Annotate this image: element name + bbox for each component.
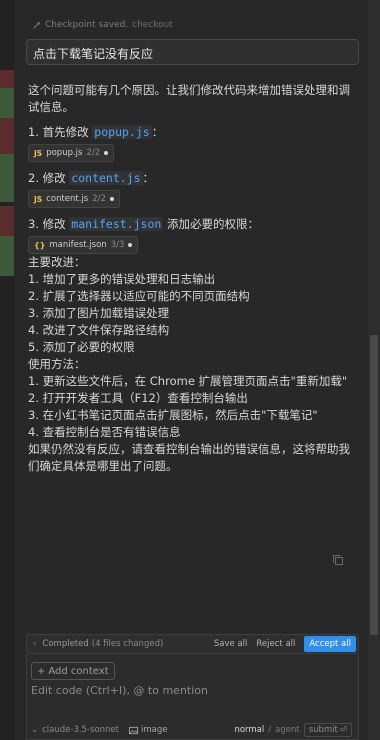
step-text: 1. 首先修改 bbox=[28, 125, 93, 139]
response-intro: 这个问题可能有几个原因。让我们修改代码来增加错误处理和调试信息。 bbox=[28, 83, 350, 114]
copy-icon[interactable] bbox=[332, 554, 344, 566]
scrollbar-thumb[interactable] bbox=[370, 335, 378, 635]
list-item: 2. 打开开发者工具（F12）查看控制台输出 bbox=[28, 391, 248, 405]
list-item: 4. 改进了文件保存路径结构 bbox=[28, 323, 170, 337]
checkpoint-indicator: Checkpoint saved. checkout bbox=[32, 20, 173, 30]
mode-separator: / bbox=[268, 725, 272, 735]
code-inline: popup.js bbox=[92, 125, 152, 139]
diff-added-marker bbox=[0, 236, 14, 276]
code-inline: content.js bbox=[69, 171, 143, 185]
step-content: 2. 修改 content.js： JS content.js 2/2 bbox=[28, 170, 358, 208]
user-query[interactable]: 点击下载笔记没有反应 bbox=[26, 39, 359, 65]
json-file-icon: {} bbox=[34, 240, 46, 250]
reject-all-button[interactable]: Reject all bbox=[256, 639, 295, 649]
list-item: 1. 增加了更多的错误处理和日志输出 bbox=[28, 272, 216, 286]
list-item: 1. 更新这些文件后，在 Chrome 扩展管理页面点击"重新加载" bbox=[28, 374, 348, 388]
composer-footer: ⌄ claude-3.5-sonnet image normal / agent… bbox=[31, 723, 352, 737]
submit-label: submit bbox=[308, 725, 338, 735]
composer-input[interactable]: Edit code (Ctrl+I), @ to mention bbox=[31, 684, 208, 697]
file-name: popup.js bbox=[46, 147, 83, 158]
file-name: manifest.json bbox=[49, 239, 107, 250]
save-all-button[interactable]: Save all bbox=[214, 639, 248, 649]
step-suffix: ： bbox=[142, 171, 155, 185]
checkpoint-text: Checkpoint saved. bbox=[45, 20, 129, 30]
mode-toggle[interactable]: normal / agent submit ⏎ bbox=[234, 723, 352, 737]
chevron-down-icon: ⌄ bbox=[31, 725, 39, 735]
enter-icon: ⏎ bbox=[339, 725, 347, 735]
code-inline: manifest.json bbox=[69, 217, 164, 231]
change-count: 3/3 bbox=[110, 239, 125, 250]
add-context-label: Add context bbox=[48, 665, 109, 677]
editor-gutter-strip bbox=[0, 0, 14, 740]
js-file-icon: JS bbox=[34, 194, 43, 204]
mode-normal[interactable]: normal bbox=[234, 725, 264, 735]
checkout-link[interactable]: checkout bbox=[132, 20, 173, 30]
js-file-icon: JS bbox=[34, 148, 43, 158]
file-chip-manifest[interactable]: {} manifest.json 3/3 bbox=[28, 236, 139, 254]
step-text: 3. 修改 bbox=[28, 217, 70, 231]
change-count: 2/2 bbox=[92, 193, 106, 204]
chat-panel: Checkpoint saved. checkout 点击下载笔记没有反应 这个… bbox=[14, 0, 368, 740]
list-item: 5. 添加了必要的权限 bbox=[28, 340, 135, 354]
step-manifest: 3. 修改 manifest.json 添加必要的权限： {} manifest… bbox=[28, 216, 358, 254]
files-changed-count: (4 files changed) bbox=[91, 639, 164, 649]
step-suffix: ： bbox=[151, 125, 164, 139]
step-popup: 1. 首先修改 popup.js： JS popup.js 2/2 bbox=[28, 124, 358, 162]
scrollbar[interactable] bbox=[368, 0, 380, 740]
diff-removed-marker bbox=[0, 70, 14, 88]
image-label: image bbox=[141, 725, 168, 735]
image-button[interactable]: image bbox=[129, 725, 167, 735]
list-item: 4. 查看控制台是否有错误信息 bbox=[28, 425, 181, 439]
mode-agent[interactable]: agent bbox=[275, 725, 300, 735]
diff-added-marker bbox=[0, 88, 14, 118]
image-icon bbox=[129, 726, 138, 734]
improvements-heading: 主要改进： bbox=[28, 255, 86, 269]
file-name: content.js bbox=[46, 193, 89, 204]
status-dot-icon bbox=[109, 197, 114, 201]
response-closing: 如果仍然没有反应，请查看控制台输出的错误信息，这将帮助我们确定具体是哪里出了问题… bbox=[28, 442, 350, 473]
chevron-right-icon[interactable]: › bbox=[33, 639, 36, 649]
bulk-actions: Save all Reject all Accept all bbox=[214, 636, 358, 652]
accept-all-button[interactable]: Accept all bbox=[304, 636, 356, 652]
usage-heading: 使用方法： bbox=[28, 357, 86, 371]
status-dot-icon bbox=[104, 151, 109, 155]
step-text: 2. 修改 bbox=[28, 171, 70, 185]
model-name: claude-3.5-sonnet bbox=[42, 725, 119, 735]
step-suffix: 添加必要的权限： bbox=[163, 217, 259, 231]
assistant-response: 这个问题可能有几个原因。让我们修改代码来增加错误处理和调试信息。 1. 首先修改… bbox=[28, 82, 358, 475]
diff-removed-marker bbox=[0, 118, 14, 154]
status-dot-icon bbox=[128, 243, 133, 247]
changes-summary-bar: › Completed (4 files changed) Save all R… bbox=[26, 634, 359, 654]
file-chip-content[interactable]: JS content.js 2/2 bbox=[28, 190, 120, 208]
list-item: 2. 扩展了选择器以适应可能的不同页面结构 bbox=[28, 289, 250, 303]
plus-icon: + bbox=[37, 665, 46, 677]
list-item: 3. 在小红书笔记页面点击扩展图标，然后点击"下载笔记" bbox=[28, 408, 318, 422]
completed-label: Completed bbox=[42, 639, 89, 649]
composer: + Add context Edit code (Ctrl+I), @ to m… bbox=[26, 654, 359, 740]
change-count: 2/2 bbox=[86, 147, 101, 158]
checkpoint-icon bbox=[33, 21, 40, 29]
add-context-button[interactable]: + Add context bbox=[31, 662, 115, 680]
diff-added-marker bbox=[0, 154, 14, 202]
diff-removed-marker bbox=[0, 206, 14, 236]
list-item: 3. 添加了图片加载错误处理 bbox=[28, 306, 170, 320]
model-selector[interactable]: ⌄ claude-3.5-sonnet bbox=[31, 725, 119, 735]
submit-button[interactable]: submit ⏎ bbox=[303, 723, 352, 737]
file-chip-popup[interactable]: JS popup.js 2/2 bbox=[28, 144, 115, 162]
